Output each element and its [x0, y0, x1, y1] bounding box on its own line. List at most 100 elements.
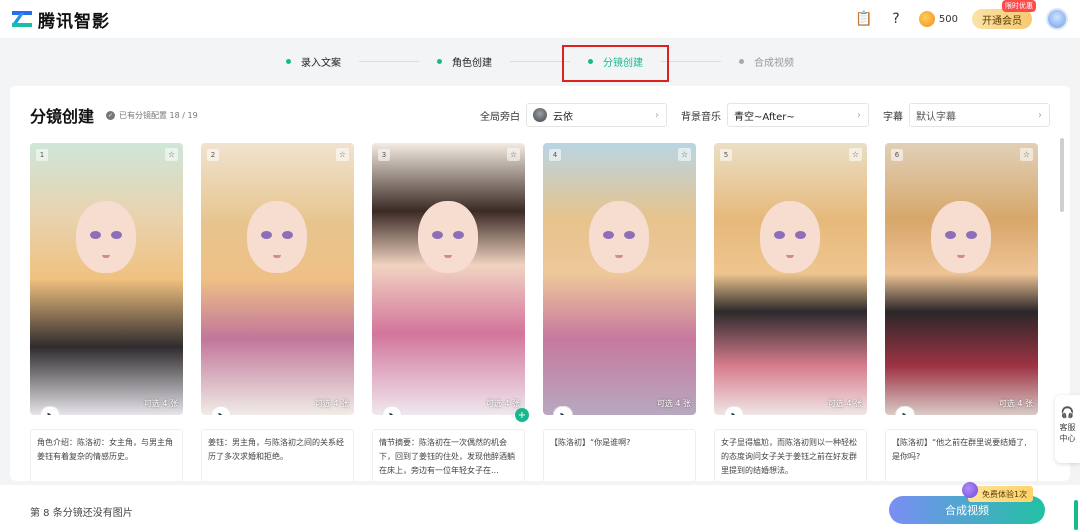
storyboard-image[interactable]: 1 ☆ 可选 4 张 🔈	[30, 143, 183, 415]
coin-balance[interactable]: 500	[918, 11, 958, 27]
star-icon[interactable]: ☆	[165, 148, 178, 161]
character-face	[247, 201, 307, 273]
scrollbar[interactable]	[1060, 138, 1064, 212]
card-text[interactable]: 角色介绍：陈洛初：女主角，与男主角姜钰有着复杂的情感历史。	[30, 429, 183, 481]
storyboard-image[interactable]: 3 ☆ 可选 4 张 🔈	[372, 143, 525, 415]
step-dot-icon	[286, 58, 291, 64]
service-label-1: 客服	[1059, 423, 1076, 432]
storyboard-image[interactable]: 5 ☆ 可选 4 张 🔈	[714, 143, 867, 415]
check-icon: ✓	[106, 110, 116, 120]
music-label: 背景音乐	[681, 111, 721, 123]
vip-label: 开通会员	[982, 15, 1022, 27]
storyboard-image[interactable]: 4 ☆ 可选 4 张 🔈	[543, 143, 696, 415]
step-character[interactable]: 角色创建	[437, 54, 492, 69]
character-face	[589, 201, 649, 273]
add-icon[interactable]: +	[515, 408, 529, 422]
user-avatar[interactable]	[1046, 8, 1068, 30]
customer-service-button[interactable]: 🎧 客服 中心	[1055, 395, 1080, 463]
storyboard-card[interactable]: 5 ☆ 可选 4 张 🔈 女子显得尴尬，而陈洛初则以一种轻松的态度询问女子关于姜…	[714, 143, 867, 481]
storyboard-card[interactable]: 3 ☆ 可选 4 张 🔈 + 情节摘要：陈洛初在一次偶然的机会下，回到了姜钰的住…	[372, 143, 529, 481]
available-count[interactable]: 可选 4 张	[657, 398, 691, 409]
storyboard-card[interactable]: 2 ☆ 可选 4 张 🔈 姜钰：男主角，与陈洛初之间的关系经历了多次求婚和拒绝。	[201, 143, 354, 481]
character-face	[760, 201, 820, 273]
voice-select[interactable]: 云依 ›	[526, 103, 667, 127]
bottom-bar: 第 8 条分镜还没有图片 合成视频	[0, 485, 1080, 531]
storyboard-image[interactable]: 2 ☆ 可选 4 张 🔈	[201, 143, 354, 415]
step-input-script[interactable]: 录入文案	[286, 54, 341, 69]
card-number: 5	[720, 149, 732, 161]
panel-title: 分镜创建	[30, 107, 95, 126]
vip-button[interactable]: 开通会员 限时优惠	[972, 0, 1036, 29]
character-face	[418, 201, 478, 273]
step-divider	[510, 60, 570, 62]
storyboard-card[interactable]: 4 ☆ 可选 4 张 🔈 【陈洛初】“你是谁啊?	[543, 143, 696, 481]
card-text[interactable]: 【陈洛初】“他之前在群里说要结婚了,是你吗?	[885, 429, 1038, 481]
star-icon[interactable]: ☆	[678, 148, 691, 161]
card-text[interactable]: 情节摘要：陈洛初在一次偶然的机会下，回到了姜钰的住处，发现他醉酒躺在床上，旁边有…	[372, 429, 525, 481]
config-status: ✓ 已有分镜配置 18 / 19	[106, 110, 198, 121]
card-number: 3	[378, 149, 390, 161]
step-progress: 录入文案 角色创建 分镜创建 合成视频	[0, 38, 1080, 84]
storyboard-panel: 分镜创建 ✓ 已有分镜配置 18 / 19 全局旁白 云依 › 背景音乐 青空~…	[10, 86, 1070, 481]
vip-badge: 限时优惠	[1002, 0, 1036, 12]
step-compose[interactable]: 合成视频	[739, 54, 794, 69]
chevron-right-icon: ›	[655, 109, 659, 121]
card-text[interactable]: 女子显得尴尬，而陈洛初则以一种轻松的态度询问女子关于姜钰之前在好友群里提到的结婚…	[714, 429, 867, 481]
headset-icon: 🎧	[1060, 406, 1075, 419]
available-count[interactable]: 可选 4 张	[315, 398, 349, 409]
speaker-icon[interactable]: 🔈	[724, 406, 744, 415]
available-count[interactable]: 可选 4 张	[828, 398, 862, 409]
character-face	[931, 201, 991, 273]
star-icon[interactable]: ☆	[849, 148, 862, 161]
app-name: 腾讯智影	[38, 11, 110, 32]
card-number: 1	[36, 149, 48, 161]
speaker-icon[interactable]: 🔈	[382, 406, 402, 415]
voice-value: 云依	[553, 111, 573, 123]
available-count[interactable]: 可选 4 张	[144, 398, 178, 409]
config-status-text: 已有分镜配置 18 / 19	[119, 110, 198, 120]
step-divider	[661, 60, 721, 62]
free-trial-badge: 免费体验1次	[961, 482, 1034, 502]
service-label-2: 中心	[1059, 434, 1076, 443]
music-value: 青空~After~	[734, 111, 795, 123]
speaker-icon[interactable]: 🔈	[40, 406, 60, 415]
available-count[interactable]: 可选 4 张	[999, 398, 1033, 409]
coin-icon	[918, 11, 935, 27]
speaker-icon[interactable]: 🔈	[895, 406, 915, 415]
top-header: 腾讯智影 📋 ? 500 开通会员 限时优惠	[0, 0, 1080, 38]
character-face	[76, 201, 136, 273]
step-label: 角色创建	[452, 57, 492, 69]
music-select[interactable]: 青空~After~ ›	[727, 103, 869, 127]
chevron-right-icon: ›	[857, 109, 861, 121]
storyboard-card[interactable]: 6 ☆ 可选 4 张 🔈 【陈洛初】“他之前在群里说要结婚了,是你吗?	[885, 143, 1038, 481]
available-count[interactable]: 可选 4 张	[486, 398, 520, 409]
storyboard-image[interactable]: 6 ☆ 可选 4 张 🔈	[885, 143, 1038, 415]
storyboard-list: 1 ☆ 可选 4 张 🔈 角色介绍：陈洛初：女主角，与男主角姜钰有着复杂的情感历…	[30, 143, 1040, 481]
coin-count: 500	[938, 13, 958, 25]
star-icon[interactable]: ☆	[507, 148, 520, 161]
voice-label: 全局旁白	[480, 111, 520, 123]
subtitle-select[interactable]: 默认字幕 ›	[909, 103, 1050, 127]
card-text[interactable]: 姜钰：男主角，与陈洛初之间的关系经历了多次求婚和拒绝。	[201, 429, 354, 481]
card-text[interactable]: 【陈洛初】“你是谁啊?	[543, 429, 696, 481]
step-label: 合成视频	[754, 57, 794, 69]
chevron-right-icon: ›	[1038, 109, 1042, 121]
speaker-icon[interactable]: 🔈	[553, 406, 573, 415]
voice-avatar	[533, 108, 547, 122]
step-dot-icon	[739, 58, 744, 64]
clipboard-icon[interactable]: 📋	[855, 10, 873, 28]
storyboard-card[interactable]: 1 ☆ 可选 4 张 🔈 角色介绍：陈洛初：女主角，与男主角姜钰有着复杂的情感历…	[30, 143, 183, 481]
help-icon[interactable]: ?	[887, 10, 905, 28]
speaker-icon[interactable]: 🔈	[211, 406, 231, 415]
app-logo[interactable]: 腾讯智影	[11, 7, 110, 32]
subtitle-value: 默认字幕	[916, 111, 956, 123]
edge-indicator	[1074, 500, 1078, 530]
card-number: 4	[549, 149, 561, 161]
star-icon[interactable]: ☆	[1020, 148, 1033, 161]
subtitle-label: 字幕	[883, 111, 903, 123]
logo-icon	[11, 11, 33, 27]
step-dot-icon	[437, 58, 442, 64]
highlight-box	[562, 45, 669, 82]
star-icon[interactable]: ☆	[336, 148, 349, 161]
step-divider	[359, 60, 419, 62]
